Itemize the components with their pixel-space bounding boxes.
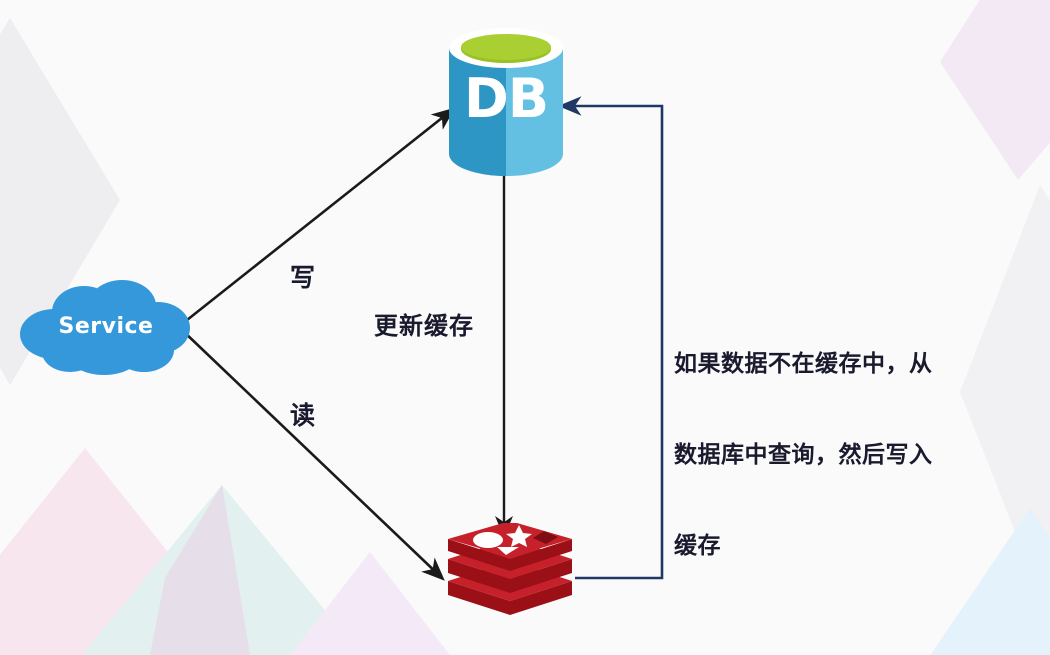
cache-miss-line-3: 缓存 — [674, 532, 721, 558]
cache-miss-line-2: 数据库中查询，然后写入 — [674, 441, 933, 467]
edge-write-line — [181, 107, 456, 326]
diagram-canvas: Service DB 写 读 更新缓存 如果数据不在缓存中，从 数据库中查询，然… — [0, 0, 1050, 655]
edge-label-cache-miss: 如果数据不在缓存中，从 数据库中查询，然后写入 缓存 — [674, 288, 1004, 622]
cloud-icon — [20, 280, 190, 375]
redis-cache-node[interactable] — [440, 521, 580, 633]
edge-read-line — [181, 329, 445, 581]
edge-label-update-cache: 更新缓存 — [374, 314, 474, 340]
database-node[interactable]: DB — [447, 28, 565, 178]
service-node[interactable]: Service — [18, 276, 194, 376]
redis-logo-icon — [448, 521, 572, 615]
cache-miss-line-1: 如果数据不在缓存中，从 — [674, 350, 933, 376]
edge-label-write: 写 — [290, 265, 316, 292]
edge-label-read: 读 — [290, 403, 316, 430]
edge-cache-miss-line — [558, 96, 664, 580]
database-cylinder-icon — [449, 28, 563, 176]
